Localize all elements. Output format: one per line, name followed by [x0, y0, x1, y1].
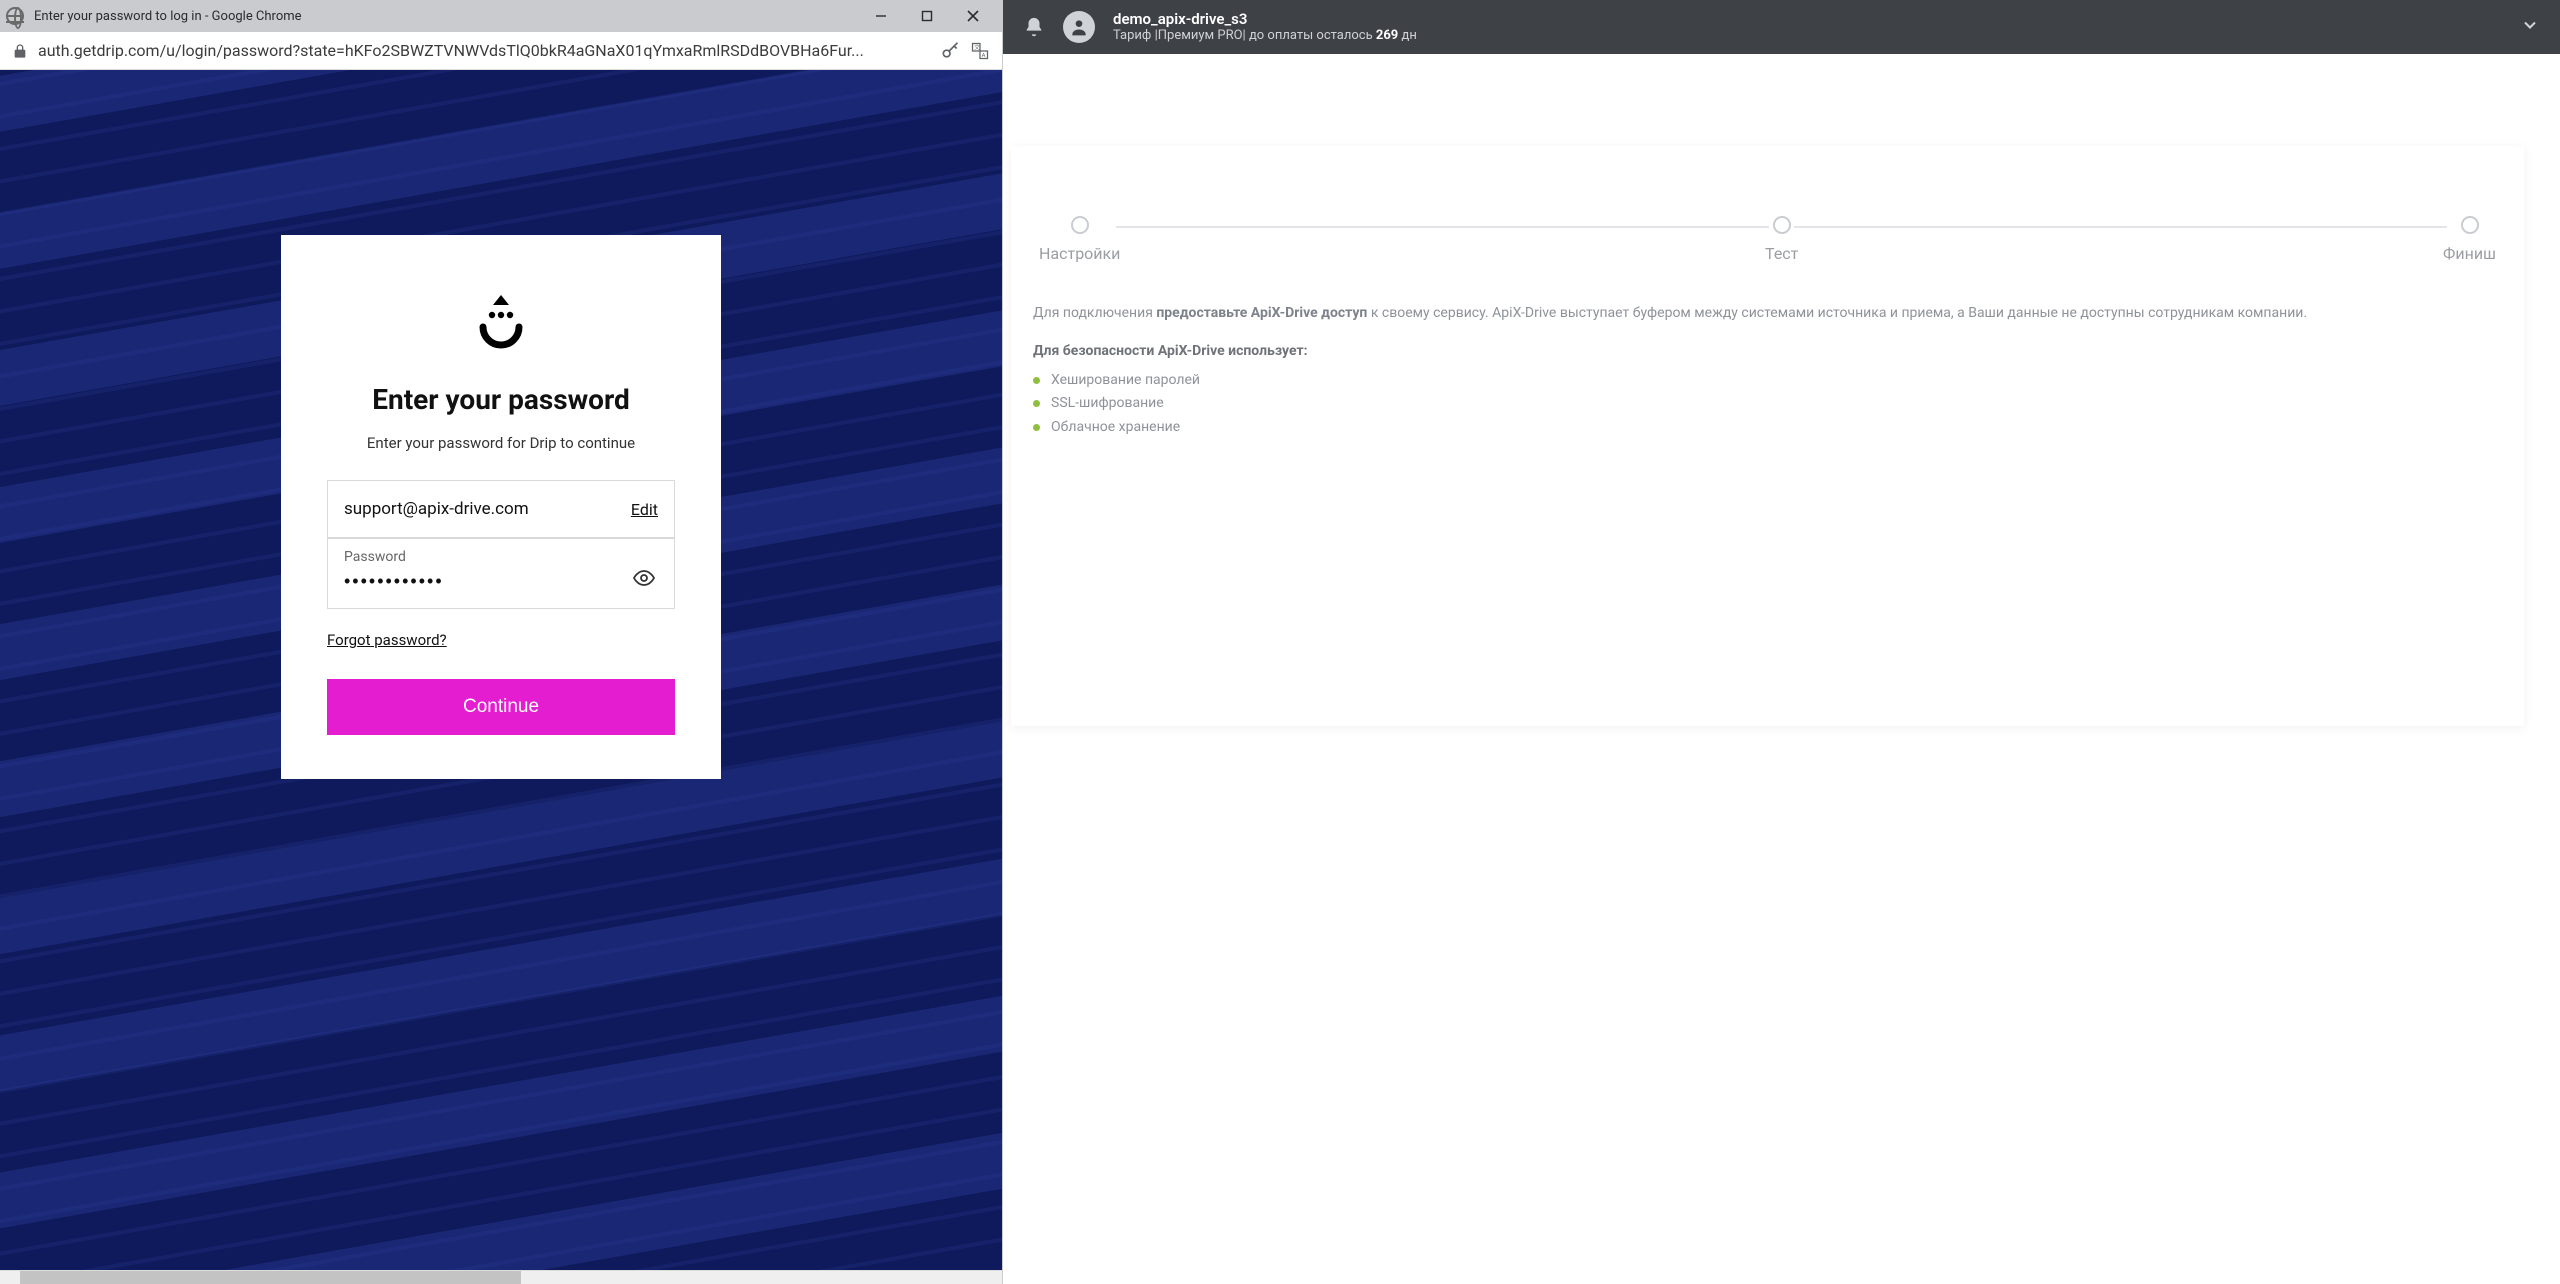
- step-finish[interactable]: Финиш: [2443, 216, 2496, 263]
- security-bullets: Хеширование паролей SSL-шифрование Облач…: [1033, 369, 2502, 440]
- chrome-window: Enter your password to log in - Google C…: [0, 0, 1003, 1284]
- forgot-password-link[interactable]: Forgot password?: [327, 631, 447, 649]
- login-card: Enter your password Enter your password …: [281, 235, 721, 779]
- forgot-password-row: Forgot password?: [327, 631, 675, 649]
- page-viewport: Enter your password Enter your password …: [0, 70, 1002, 1270]
- drip-logo-icon: [327, 295, 675, 353]
- svg-text:文: 文: [974, 43, 980, 51]
- close-button[interactable]: [950, 0, 996, 32]
- window-controls: [858, 0, 996, 32]
- top-bar: demo_apix-drive_s3 Тариф |Премиум PRO| д…: [1003, 0, 2560, 54]
- continue-button[interactable]: Continue: [327, 679, 675, 735]
- maximize-button[interactable]: [904, 0, 950, 32]
- lock-icon: [12, 43, 28, 59]
- window-titlebar: Enter your password to log in - Google C…: [0, 0, 1002, 32]
- login-heading: Enter your password: [327, 383, 675, 416]
- step-settings[interactable]: Настройки: [1039, 216, 1120, 263]
- show-password-icon[interactable]: [630, 564, 658, 592]
- right-content: Настройки Тест Финиш Для подключения пре…: [1003, 54, 2560, 1284]
- password-input[interactable]: [344, 571, 620, 592]
- list-item: SSL-шифрование: [1033, 392, 2502, 416]
- avatar-icon[interactable]: [1063, 11, 1095, 43]
- window-title: Enter your password to log in - Google C…: [34, 9, 858, 24]
- step-dot-icon: [2461, 216, 2479, 234]
- step-dot-icon: [1071, 216, 1089, 234]
- apix-panel: demo_apix-drive_s3 Тариф |Премиум PRO| д…: [1003, 0, 2560, 1284]
- step-connector: [1116, 226, 1769, 228]
- minimize-button[interactable]: [858, 0, 904, 32]
- globe-icon: [6, 7, 24, 25]
- user-name: demo_apix-drive_s3: [1113, 10, 2502, 28]
- list-item: Хеширование паролей: [1033, 369, 2502, 393]
- email-value: support@apix-drive.com: [344, 499, 529, 519]
- svg-text:A: A: [982, 52, 986, 58]
- edit-email-link[interactable]: Edit: [631, 500, 658, 519]
- address-bar: auth.getdrip.com/u/login/password?state=…: [0, 32, 1002, 70]
- email-display-box: support@apix-drive.com Edit: [327, 480, 675, 538]
- security-title: Для безопасности ApiX-Drive использует:: [1033, 343, 2502, 359]
- login-subheading: Enter your password for Drip to continue: [327, 434, 675, 452]
- translate-icon[interactable]: 文A: [970, 41, 990, 61]
- wizard-card: Настройки Тест Финиш Для подключения пре…: [1011, 146, 2524, 726]
- password-key-icon[interactable]: [940, 41, 960, 61]
- password-field-box[interactable]: Password: [327, 538, 675, 609]
- step-dot-icon: [1773, 216, 1791, 234]
- step-label: Тест: [1765, 244, 1798, 263]
- url-text[interactable]: auth.getdrip.com/u/login/password?state=…: [38, 41, 930, 60]
- description-text: Для подключения предоставьте ApiX-Drive …: [1033, 303, 2502, 325]
- bell-icon[interactable]: [1023, 16, 1045, 38]
- list-item: Облачное хранение: [1033, 416, 2502, 440]
- chevron-down-icon[interactable]: [2520, 15, 2540, 39]
- step-label: Финиш: [2443, 244, 2496, 263]
- step-test[interactable]: Тест: [1765, 216, 1798, 263]
- step-label: Настройки: [1039, 244, 1120, 263]
- tariff-line: Тариф |Премиум PRO| до оплаты осталось 2…: [1113, 28, 2502, 44]
- wizard-steps: Настройки Тест Финиш: [1039, 216, 2496, 263]
- password-label: Password: [344, 549, 620, 565]
- horizontal-scrollbar[interactable]: [0, 1270, 1002, 1284]
- step-connector: [1794, 226, 2447, 228]
- user-info[interactable]: demo_apix-drive_s3 Тариф |Премиум PRO| д…: [1113, 10, 2502, 44]
